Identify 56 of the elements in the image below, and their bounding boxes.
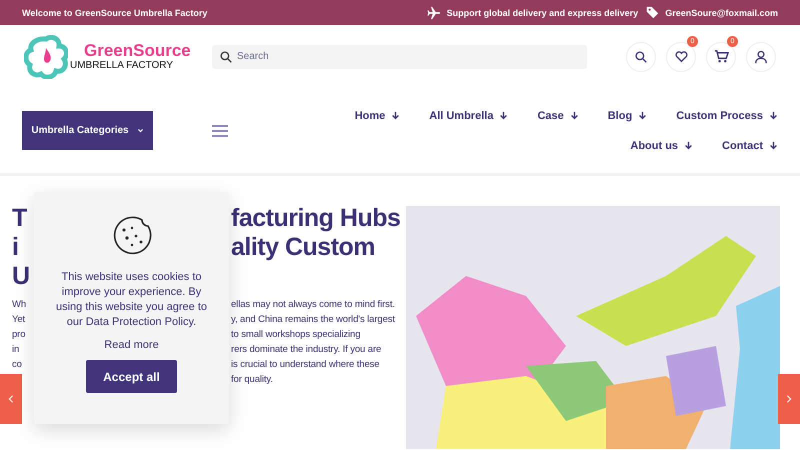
logo-icon: [24, 34, 68, 78]
search-field[interactable]: Search: [212, 44, 587, 68]
airplane-icon: [426, 6, 441, 20]
paragraph-fragment: to small workshops specializing: [231, 328, 360, 342]
read-more-link[interactable]: Read more: [104, 339, 159, 351]
heading-fragment: facturing Hubs: [231, 204, 400, 233]
welcome-text: Welcome to GreenSource Umbrella Factory: [22, 8, 208, 18]
paragraph-fragment: in: [12, 344, 20, 355]
paragraph-fragment: y, and China remains the world's largest: [231, 313, 395, 327]
heading-fragment: T: [12, 204, 27, 232]
arrow-down-icon: [769, 111, 778, 120]
paragraph-fragment: is crucial to understand where these: [231, 358, 380, 372]
nav-link[interactable]: Home: [354, 110, 400, 122]
logo-name: GreenSource: [83, 42, 191, 60]
arrow-down-icon: [570, 111, 579, 120]
tag-icon: [646, 6, 660, 19]
paragraph-fragment: ellas may not always come to mind first.: [231, 298, 395, 312]
chevron-left-icon: [7, 395, 15, 403]
arrow-down-icon: [684, 141, 694, 150]
nav-link[interactable]: Contact: [722, 140, 778, 152]
heading-fragment: i: [12, 233, 18, 261]
paragraph-fragment: Yet: [12, 314, 26, 325]
accept-all-button[interactable]: Accept all: [86, 360, 177, 393]
chevron-right-icon: [785, 395, 793, 403]
search-icon: [635, 50, 647, 62]
delivery-text: Support global delivery and express delivery: [446, 8, 638, 18]
arrow-down-icon: [638, 111, 648, 120]
cookie-icon: [112, 216, 152, 256]
cart-icon: [714, 49, 728, 64]
nav-link[interactable]: Blog: [608, 110, 648, 122]
paragraph-fragment: Wh: [12, 299, 26, 310]
arrow-down-icon: [499, 111, 508, 120]
heart-icon: [674, 50, 688, 63]
paragraph-fragment: rers dominate the industry. If you are: [231, 343, 382, 357]
paragraph-fragment: pro: [12, 329, 26, 340]
account-button[interactable]: [746, 42, 776, 72]
nav-link[interactable]: All Umbrella: [429, 110, 508, 122]
nav-link[interactable]: About us: [630, 140, 694, 152]
paragraph-fragment: for quality.: [231, 373, 273, 387]
arrow-down-icon: [391, 111, 400, 120]
cookie-message: This website uses cookies to improve your experience. By using this website you agree to our Data Protection Policy.: [54, 270, 208, 330]
wishlist-button[interactable]: [666, 42, 696, 72]
email-text: GreenSoure@foxmail.com: [665, 8, 778, 18]
cart-button[interactable]: [706, 42, 736, 72]
search-button[interactable]: [626, 42, 656, 72]
arrow-down-icon: [769, 141, 778, 150]
heading-fragment: U: [12, 262, 30, 290]
categories-button[interactable]: Umbrella Categories: [22, 111, 153, 150]
nav-link[interactable]: Custom Process: [676, 110, 778, 122]
chevron-down-icon: [136, 127, 144, 134]
nav-link[interactable]: Case: [537, 110, 579, 122]
user-icon: [754, 50, 768, 64]
paragraph-fragment: co: [12, 359, 22, 370]
menu-icon[interactable]: [212, 124, 228, 136]
logo-tagline: UMBRELLA FACTORY: [70, 60, 174, 72]
heading-fragment: ality Custom: [231, 233, 376, 262]
